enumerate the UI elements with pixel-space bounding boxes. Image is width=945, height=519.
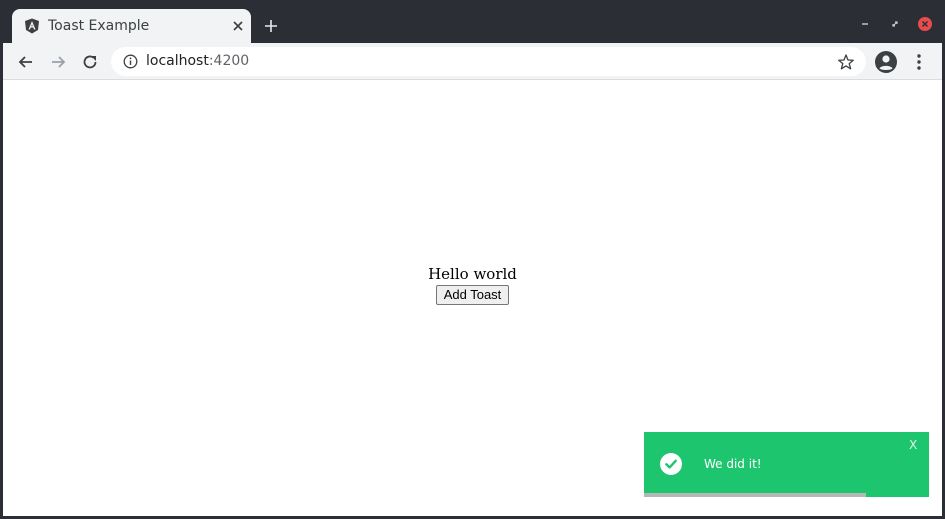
toast-progress-bar (644, 493, 929, 497)
tab-title: Toast Example (48, 18, 150, 34)
address-bar[interactable]: localhost:4200 (111, 47, 866, 76)
angular-logo-icon (25, 18, 39, 34)
tab-strip: Toast Example (3, 3, 942, 44)
url-host: localhost (146, 53, 209, 69)
browser-window: Toast Example localhost:4200 Hello world… (3, 3, 942, 516)
kebab-menu-icon[interactable] (915, 53, 923, 71)
toast-close-button[interactable]: X (909, 438, 917, 452)
toast-message: We did it! (704, 457, 762, 471)
profile-icon[interactable] (874, 50, 898, 74)
new-tab-icon[interactable] (263, 18, 279, 34)
browser-toolbar: localhost:4200 (3, 43, 942, 80)
tab-toast-example[interactable]: Toast Example (12, 9, 251, 44)
toast-notification: We did it! X (644, 432, 929, 497)
check-circle-icon (660, 453, 682, 475)
close-tab-icon[interactable] (230, 18, 246, 34)
hello-text: Hello world (428, 265, 517, 283)
add-toast-button[interactable]: Add Toast (435, 285, 510, 305)
info-icon[interactable] (123, 54, 138, 69)
url-port: :4200 (208, 53, 250, 69)
minimize-icon[interactable] (857, 16, 873, 32)
restore-icon[interactable] (887, 16, 903, 32)
center-block: Hello world Add Toast (3, 265, 942, 305)
close-window-icon[interactable] (917, 16, 933, 32)
star-icon[interactable] (837, 53, 855, 71)
back-arrow-icon[interactable] (16, 52, 36, 72)
toast-progress-fill (644, 493, 867, 497)
reload-icon[interactable] (80, 52, 100, 72)
url-text[interactable]: localhost:4200 (146, 53, 249, 69)
forward-arrow-icon[interactable] (48, 52, 68, 72)
